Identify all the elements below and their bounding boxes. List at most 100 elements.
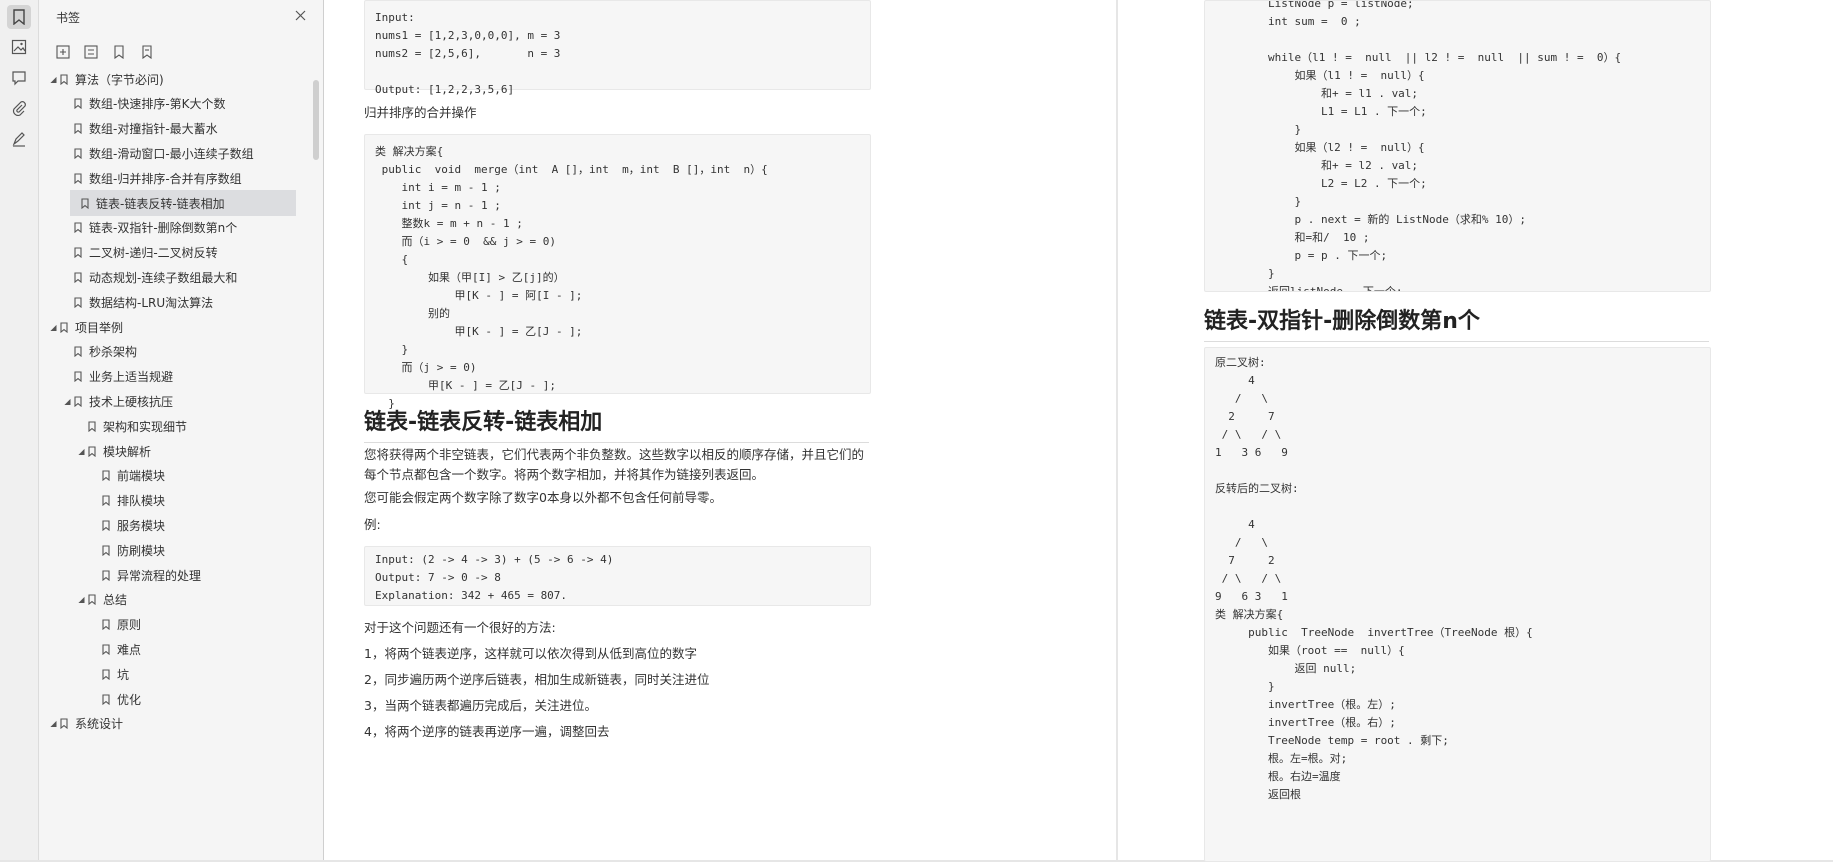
code-block-invert-tree: 原二叉树: 4 / \ 2 7 / \ / \ 1 3 6 9 反转后的二叉树:… <box>1204 347 1711 862</box>
bookmark-item[interactable]: 数组-快速排序-第K大个数 <box>63 91 226 117</box>
bookmark-label: 数组-滑动窗口-最小连续子数组 <box>89 146 254 161</box>
bookmark-icon <box>60 73 70 85</box>
bookmark-icon <box>102 619 112 631</box>
bookmark-icon <box>88 445 98 457</box>
code-text: Input: (2 -> 4 -> 3) + (5 -> 6 -> 4) Out… <box>375 553 614 602</box>
bookmark-item[interactable]: ◢ 算法（字节必问) <box>49 66 164 92</box>
bookmark-item[interactable]: 优化 <box>91 686 141 712</box>
paragraph: 2，同步遍历两个逆序后链表，相加生成新链表，同时关注进位 <box>364 672 710 687</box>
bookmark-item[interactable]: 架构和实现细节 <box>77 413 187 439</box>
paragraph: 例: <box>364 517 381 532</box>
bookmark-item[interactable]: 数组-归并排序-合并有序数组 <box>63 165 242 191</box>
bookmark-item[interactable]: ◢ 技术上硬核抗压 <box>63 388 173 414</box>
bookmark-icon <box>74 271 84 283</box>
bookmark-item[interactable]: 业务上适当规避 <box>63 364 173 390</box>
scrollbar[interactable] <box>313 80 319 160</box>
attachment-icon[interactable] <box>7 96 31 120</box>
bookmark-icon <box>60 718 70 730</box>
bookmark-label: 排队模块 <box>117 494 166 509</box>
paragraph: 3，当两个链表都遍历完成后，关注进位。 <box>364 698 597 713</box>
collapse-arrow-icon[interactable]: ◢ <box>77 595 86 604</box>
bookmark-label: 数组-快速排序-第K大个数 <box>89 97 226 112</box>
bookmark-icon <box>74 346 84 358</box>
bookmark-item[interactable]: ◢ 项目举例 <box>49 314 123 340</box>
paragraph: 4，将两个逆序的链表再逆序一遍，调整回去 <box>364 724 610 739</box>
expand-bookmark-icon[interactable] <box>109 42 129 62</box>
add-bookmark-icon[interactable] <box>53 42 73 62</box>
collapse-arrow-icon[interactable]: ◢ <box>49 323 58 332</box>
bookmark-icon <box>102 693 112 705</box>
bookmark-item[interactable]: 前端模块 <box>91 463 165 489</box>
bookmark-item[interactable]: 数组-对撞指针-最大蓄水 <box>63 116 218 142</box>
merge-label: 归并排序的合并操作 <box>364 105 477 120</box>
bookmark-icon <box>81 197 91 209</box>
bookmark-item[interactable]: 链表-双指针-删除倒数第n个 <box>63 215 237 241</box>
bookmark-label: 系统设计 <box>75 717 124 732</box>
bookmark-label: 二叉树-递归-二叉树反转 <box>89 246 218 261</box>
collapse-arrow-icon[interactable]: ◢ <box>77 447 86 456</box>
bookmark-item[interactable]: 难点 <box>91 636 141 662</box>
comment-icon[interactable] <box>7 66 31 90</box>
bookmark-toolbar <box>53 42 157 62</box>
bookmark-item[interactable]: 异常流程的处理 <box>91 562 201 588</box>
bookmark-item[interactable]: 排队模块 <box>91 488 165 514</box>
bookmark-icon <box>102 569 112 581</box>
bookmark-label: 防刷模块 <box>117 543 166 558</box>
bookmark-item[interactable]: ◢ 模块解析 <box>77 438 151 464</box>
bookmark-item[interactable]: 秒杀架构 <box>63 339 137 365</box>
code-block-addtwo: ListNode p = listNode; int sum = 0 ; whi… <box>1204 0 1711 292</box>
bookmark-icon <box>102 643 112 655</box>
bookmark-icon <box>74 172 84 184</box>
bookmark-item[interactable]: 链表-链表反转-链表相加 <box>70 190 296 216</box>
bookmark-label: 前端模块 <box>117 469 166 484</box>
bookmark-icon <box>74 296 84 308</box>
bookmark-icon <box>102 470 112 482</box>
bookmark-icon <box>74 222 84 234</box>
bookmark-item[interactable]: 数据结构-LRU淘汰算法 <box>63 289 213 315</box>
bookmark-panel: 书签 ◢ 算法（字节必问) 数组-快速排序-第K大个数 数组-对撞指针-最大蓄水 数组-… <box>39 0 324 860</box>
bookmark-item[interactable]: 坑 <box>91 661 129 687</box>
bookmark-icon <box>102 519 112 531</box>
bookmark-label: 链表-双指针-删除倒数第n个 <box>89 221 238 236</box>
paragraph: 对于这个问题还有一个很好的方法: <box>364 620 556 635</box>
bookmark-item[interactable]: 数组-滑动窗口-最小连续子数组 <box>63 140 254 166</box>
code-text: 类 解决方案{ public void merge（int A []，int m… <box>375 145 768 428</box>
collapse-bookmark-icon[interactable] <box>137 42 157 62</box>
bookmark-label: 模块解析 <box>103 444 152 459</box>
code-text: ListNode p = listNode; int sum = 0 ; whi… <box>1267 0 1622 292</box>
add-child-bookmark-icon[interactable] <box>81 42 101 62</box>
section-heading: 链表-链表反转-链表相加 <box>364 404 869 443</box>
code-text: Input: nums1 = [1,2,3,0,0,0], m = 3 nums… <box>375 11 561 96</box>
bookmark-item[interactable]: 动态规划-连续子数组最大和 <box>63 264 237 290</box>
bookmark-item[interactable]: 原则 <box>91 612 141 638</box>
bookmark-icon <box>74 247 84 259</box>
bookmark-item[interactable]: 服务模块 <box>91 512 165 538</box>
bookmark-label: 服务模块 <box>117 518 166 533</box>
bookmark-item[interactable]: ◢ 系统设计 <box>49 711 123 737</box>
signature-icon[interactable] <box>7 127 31 151</box>
bookmark-label: 架构和实现细节 <box>103 419 188 434</box>
code-block-input: Input: nums1 = [1,2,3,0,0,0], m = 3 nums… <box>364 0 871 96</box>
bookmark-icon[interactable] <box>7 5 31 29</box>
bookmark-icon <box>74 123 84 135</box>
page-left: Input: nums1 = [1,2,3,0,0,0], m = 3 nums… <box>324 0 1116 860</box>
paragraph: 1，将两个链表逆序，这样就可以依次得到从低到高位的数字 <box>364 646 697 661</box>
bookmark-item[interactable]: ◢ 总结 <box>77 587 127 613</box>
bookmark-icon <box>88 420 98 432</box>
close-icon[interactable] <box>291 6 309 24</box>
bookmark-item[interactable]: 二叉树-递归-二叉树反转 <box>63 240 218 266</box>
image-icon[interactable] <box>7 35 31 59</box>
bookmark-label: 优化 <box>117 692 142 707</box>
bookmark-item[interactable]: 防刷模块 <box>91 537 165 563</box>
code-block-merge: 类 解决方案{ public void merge（int A []，int m… <box>364 134 871 428</box>
bookmark-label: 总结 <box>103 593 128 608</box>
bookmark-label: 算法（字节必问) <box>75 72 164 87</box>
bookmark-label: 坑 <box>117 667 130 682</box>
collapse-arrow-icon[interactable]: ◢ <box>49 719 58 728</box>
bookmark-icon <box>88 594 98 606</box>
collapse-arrow-icon[interactable]: ◢ <box>49 75 58 84</box>
bookmark-label: 秒杀架构 <box>89 345 138 360</box>
collapse-arrow-icon[interactable]: ◢ <box>63 397 72 406</box>
section-heading: 链表-双指针-删除倒数第n个 <box>1204 303 1709 342</box>
code-text: 原二叉树: 4 / \ 2 7 / \ / \ 1 3 6 9 反转后的二叉树:… <box>1215 356 1533 801</box>
